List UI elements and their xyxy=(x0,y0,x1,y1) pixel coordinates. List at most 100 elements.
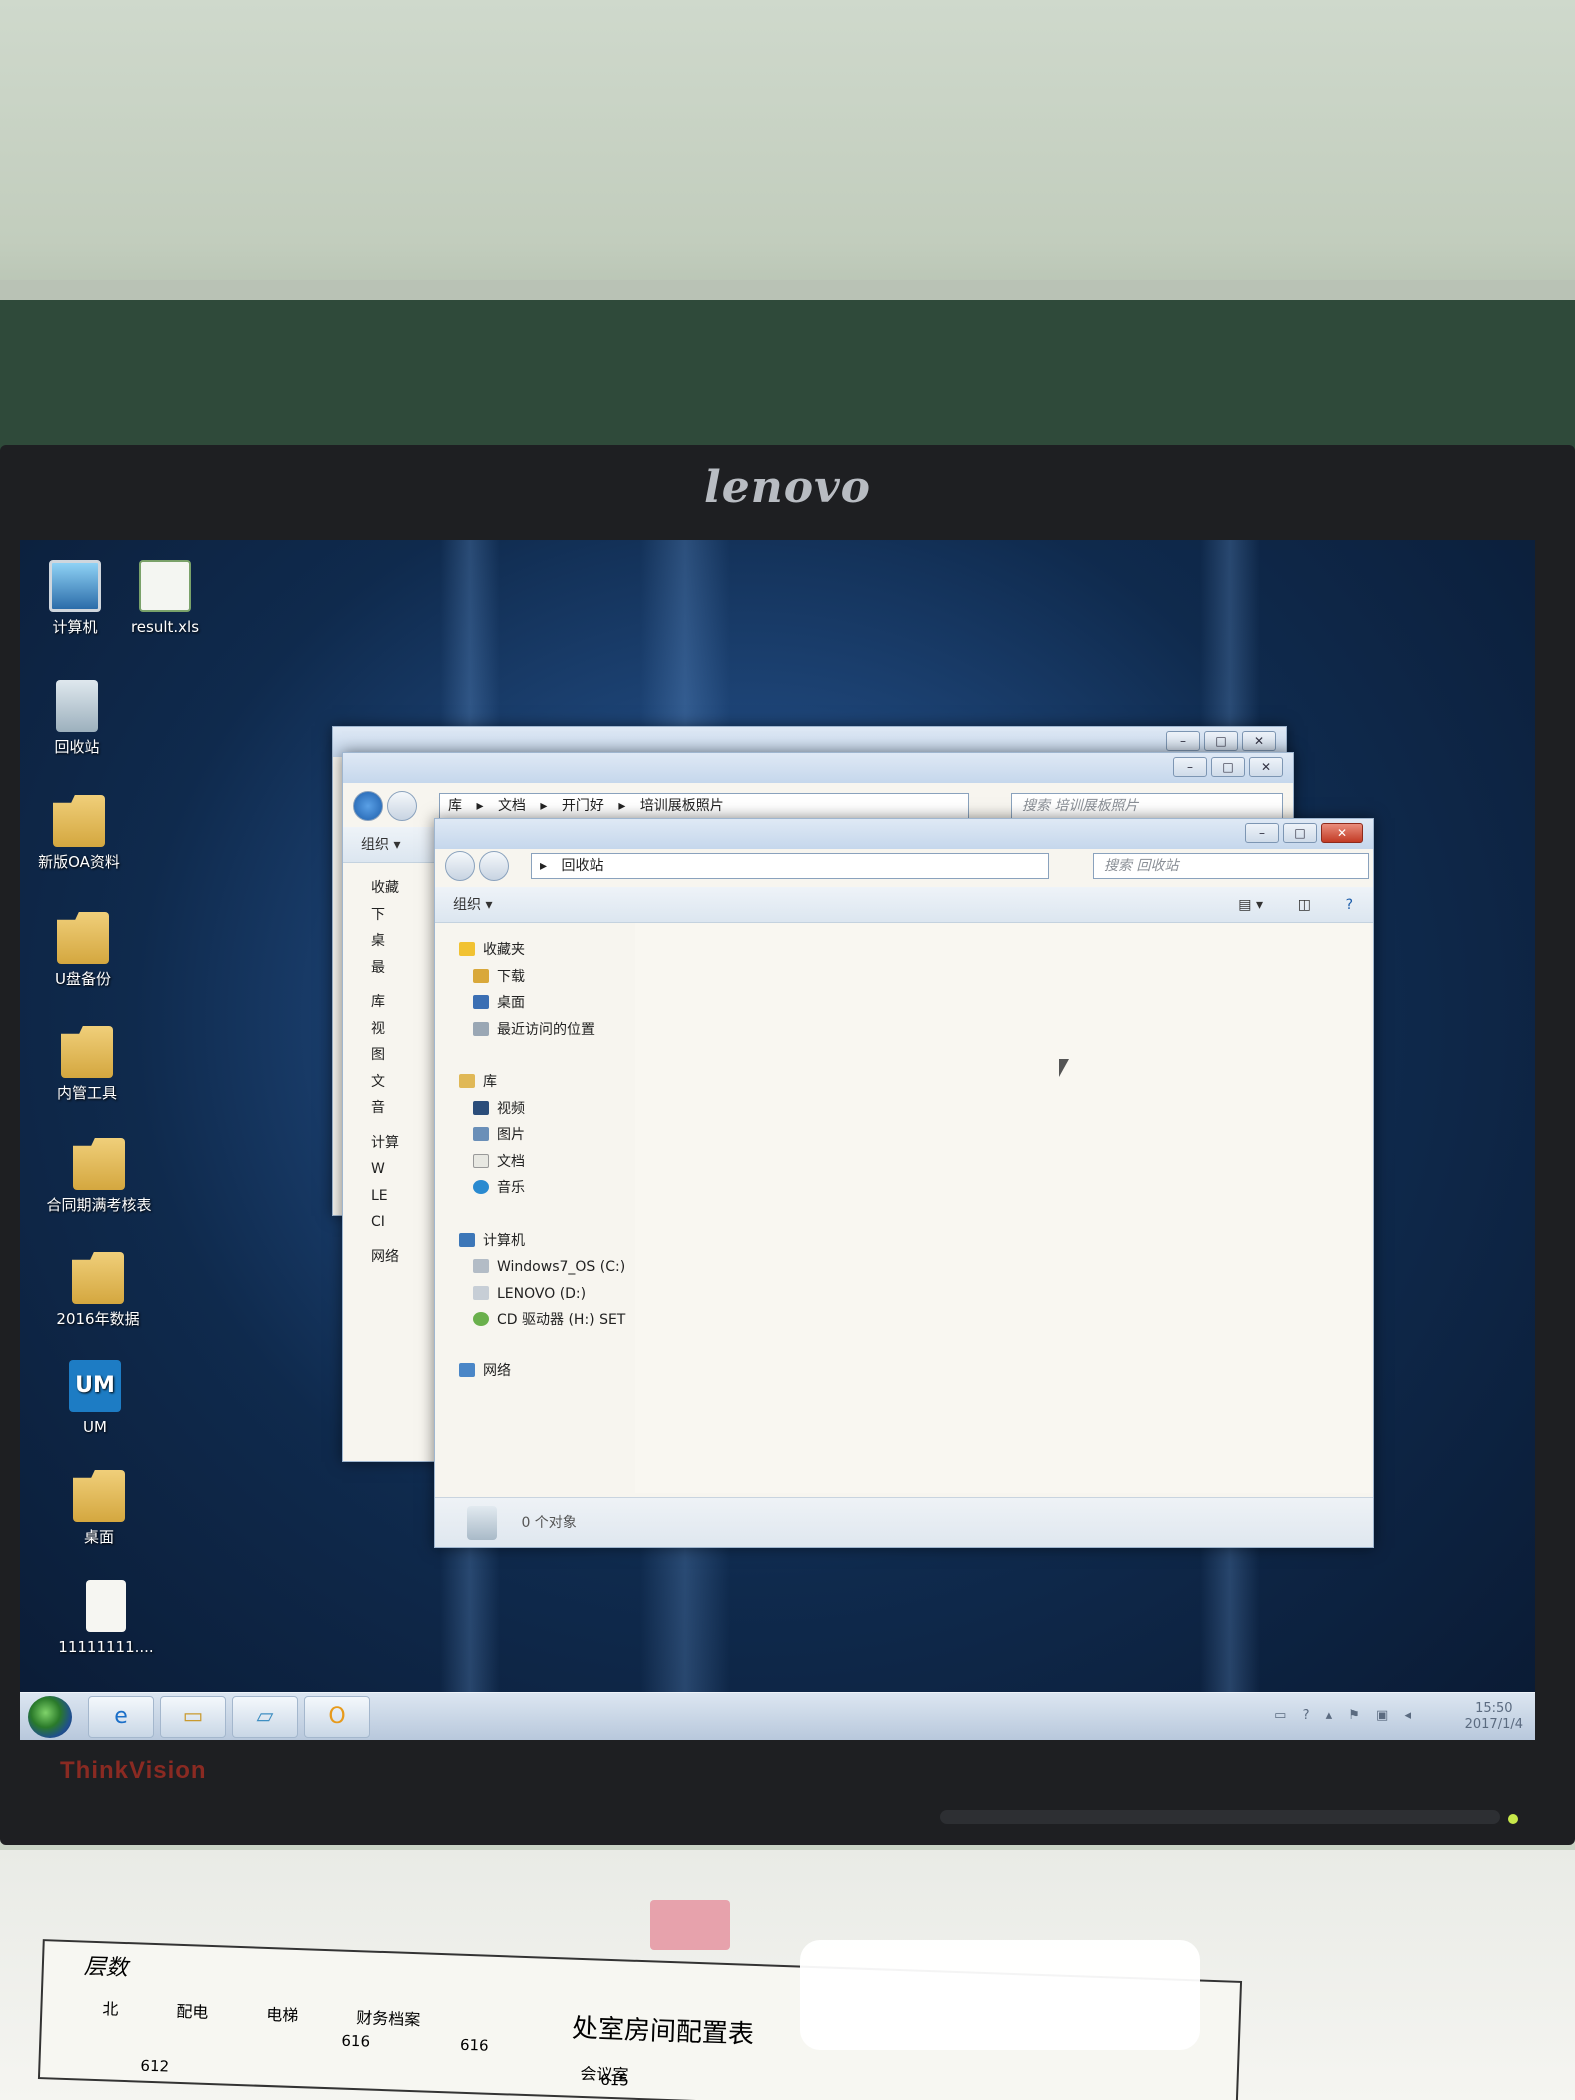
desktop-icon-contract[interactable]: 合同期满考核表 xyxy=(34,1138,164,1214)
desktop-icon-label: UM xyxy=(83,1418,107,1436)
document-icon xyxy=(86,1580,126,1632)
tree-item-documents[interactable]: 文档 xyxy=(459,1149,639,1176)
navigation-pane-partial: 收藏 下 桌 最 库 视 图 文 音 计算 W LE CI 网络 xyxy=(371,875,399,1270)
desktop-icon-label: 桌面 xyxy=(83,1528,114,1546)
tree-item[interactable]: CI xyxy=(371,1209,399,1236)
desktop-icon-usb-backup[interactable]: U盘备份 xyxy=(28,912,138,988)
tree-computer[interactable]: 计算机 xyxy=(459,1228,639,1255)
address-bar[interactable]: 库 ▸ 文档 ▸ 开门好 ▸ 培训展板照片 xyxy=(439,793,969,819)
tree-item-recent[interactable]: 最近访问的位置 xyxy=(459,1017,639,1044)
tree-item-desktop[interactable]: 桌面 xyxy=(459,990,639,1017)
desktop-icon-2016-data[interactable]: 2016年数据 xyxy=(38,1252,158,1328)
tree-favorites[interactable]: 收藏夹 xyxy=(459,937,639,964)
tree-item[interactable]: 音 xyxy=(371,1095,399,1122)
tray-icons[interactable]: ▭ ? ▴ ⚑ ▣ ◂ xyxy=(1274,1708,1417,1724)
file-explorer-icon[interactable]: ▭ xyxy=(160,1696,226,1738)
file-list-area[interactable] xyxy=(635,923,1371,1493)
picture-icon xyxy=(473,1127,489,1141)
desktop-icon-label: 回收站 xyxy=(54,738,100,756)
tree-item[interactable]: 文 xyxy=(371,1069,399,1096)
breadcrumb-item[interactable]: 库 xyxy=(448,798,462,814)
window-titlebar[interactable] xyxy=(343,753,1293,783)
desktop-icon xyxy=(473,995,489,1009)
explorer-windows-icon[interactable]: ▱ xyxy=(232,1696,298,1738)
window-titlebar[interactable] xyxy=(435,819,1373,849)
tree-item[interactable]: 库 xyxy=(371,989,399,1016)
breadcrumb-item[interactable]: 开门好 xyxy=(562,798,604,814)
hard-drive-icon xyxy=(473,1285,489,1300)
close-button[interactable]: ✕ xyxy=(1249,757,1283,777)
breadcrumb-item[interactable]: 回收站 xyxy=(561,858,603,874)
organize-menu[interactable]: 组织 ▾ xyxy=(361,837,400,853)
preview-pane-icon[interactable]: ◫ xyxy=(1298,887,1311,923)
tree-item-music[interactable]: 音乐 xyxy=(459,1175,639,1202)
recycle-bin-icon xyxy=(467,1506,497,1540)
clock-time: 15:50 xyxy=(1475,1701,1513,1716)
search-input[interactable]: 搜索 培训展板照片 xyxy=(1011,793,1283,819)
search-input[interactable]: 搜索 回收站 xyxy=(1093,853,1369,879)
tree-item[interactable]: 桌 xyxy=(371,928,399,955)
address-bar[interactable]: ▸ 回收站 xyxy=(531,853,1049,879)
organize-menu[interactable]: 组织 ▾ xyxy=(453,897,492,913)
taskbar: e ▭ ▱ O ▭ ? ▴ ⚑ ▣ ◂ 15:50 2017/1/4 xyxy=(20,1692,1535,1740)
mouse-cursor xyxy=(1059,1059,1069,1077)
desktop-icon-document[interactable]: 11111111.... xyxy=(46,1580,166,1656)
tree-item-cd-drive[interactable]: CD 驱动器 (H:) SET xyxy=(459,1307,639,1334)
tree-libraries[interactable]: 库 xyxy=(459,1069,639,1096)
tree-item[interactable]: LE xyxy=(371,1183,399,1210)
back-button[interactable] xyxy=(353,791,383,821)
minimize-button[interactable]: – xyxy=(1173,757,1207,777)
back-button[interactable] xyxy=(445,851,475,881)
desktop-icon-label: U盘备份 xyxy=(55,970,111,988)
tree-item[interactable]: 收藏 xyxy=(371,875,399,902)
close-button[interactable]: ✕ xyxy=(1321,823,1363,843)
view-options-icon[interactable]: ▤ ▾ xyxy=(1238,887,1263,923)
outlook-icon[interactable]: O xyxy=(304,1696,370,1738)
desktop-icon-result-xls[interactable]: result.xls xyxy=(110,560,220,636)
tree-item-downloads[interactable]: 下载 xyxy=(459,964,639,991)
tree-item[interactable]: W xyxy=(371,1156,399,1183)
start-button[interactable] xyxy=(28,1696,72,1738)
maximize-button[interactable]: □ xyxy=(1204,731,1238,751)
minimize-button[interactable]: – xyxy=(1245,823,1279,843)
forward-button[interactable] xyxy=(387,791,417,821)
tree-item[interactable]: 计算 xyxy=(371,1130,399,1157)
paper-column: 北 xyxy=(102,1999,119,2019)
maximize-button[interactable]: □ xyxy=(1283,823,1317,843)
help-icon[interactable]: ? xyxy=(1346,887,1353,923)
tree-item[interactable]: 图 xyxy=(371,1042,399,1069)
desktop-icon-label: 内管工具 xyxy=(56,1084,117,1102)
tree-item-drive-c[interactable]: Windows7_OS (C:) xyxy=(459,1254,639,1281)
tree-item[interactable]: 下 xyxy=(371,902,399,929)
tree-item[interactable]: 视 xyxy=(371,1016,399,1043)
tree-item[interactable]: 网络 xyxy=(371,1244,399,1271)
desktop-icon-desktop-shortcut[interactable]: 桌面 xyxy=(44,1470,154,1546)
forward-button[interactable] xyxy=(479,851,509,881)
breadcrumb-item[interactable]: 文档 xyxy=(498,798,526,814)
clock[interactable]: 15:50 2017/1/4 xyxy=(1465,1701,1523,1733)
recent-places-icon xyxy=(473,1021,489,1036)
minimize-button[interactable]: – xyxy=(1166,731,1200,751)
tree-item-drive-d[interactable]: LENOVO (D:) xyxy=(459,1281,639,1308)
breadcrumb-item[interactable]: 培训展板照片 xyxy=(640,798,724,814)
explorer-window-recycle-bin[interactable]: – □ ✕ ▸ 回收站 搜索 回收站 组织 ▾ ▤ ▾ ◫ ? 收藏夹 下载 桌… xyxy=(434,818,1374,1548)
paper-header: 层数 xyxy=(83,1954,129,1982)
close-button[interactable]: ✕ xyxy=(1242,731,1276,751)
tree-network[interactable]: 网络 xyxy=(459,1358,639,1385)
monitor-control-strip[interactable] xyxy=(940,1810,1500,1824)
tree-item-pictures[interactable]: 图片 xyxy=(459,1122,639,1149)
desktop-icon-recycle-bin[interactable]: 回收站 xyxy=(22,680,132,756)
desktop-icon-um[interactable]: UM UM xyxy=(40,1360,150,1436)
internet-explorer-icon[interactable]: e xyxy=(88,1696,154,1738)
desktop-icon-tools[interactable]: 内管工具 xyxy=(32,1026,142,1102)
tree-item-videos[interactable]: 视频 xyxy=(459,1096,639,1123)
folder-icon xyxy=(72,1252,124,1304)
office-partition xyxy=(0,285,1575,455)
document-icon xyxy=(473,1153,489,1168)
tree-item[interactable]: 最 xyxy=(371,955,399,982)
desktop-icon-oa-folder[interactable]: 新版OA资料 xyxy=(24,795,134,871)
maximize-button[interactable]: □ xyxy=(1211,757,1245,777)
desktop-icon-label: 计算机 xyxy=(52,618,98,636)
paper-columns: 北 配电 电梯 财务档案 xyxy=(102,1995,421,2030)
star-icon xyxy=(459,942,475,956)
